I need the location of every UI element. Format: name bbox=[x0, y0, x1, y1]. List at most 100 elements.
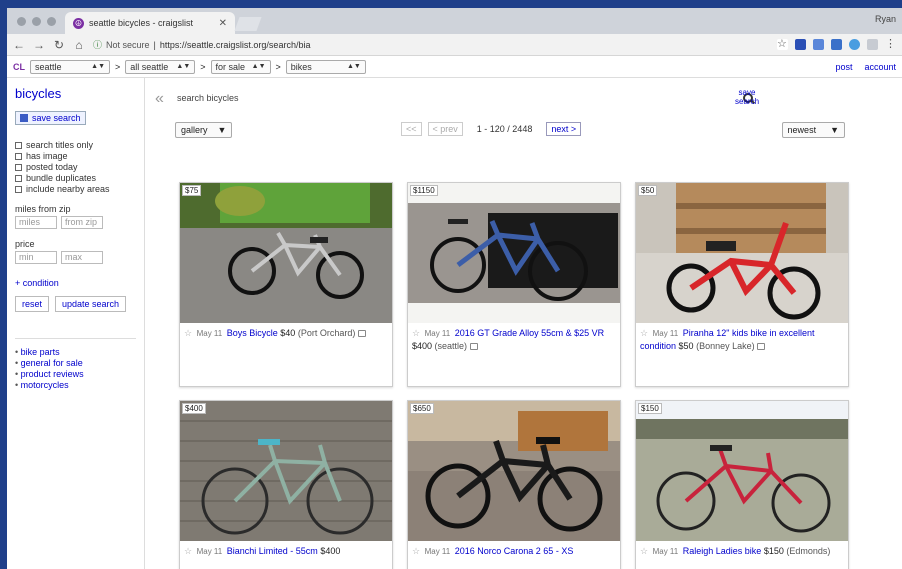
extension-icon[interactable] bbox=[849, 39, 860, 50]
save-search-link[interactable]: save search bbox=[735, 88, 759, 106]
profile-name[interactable]: Ryan bbox=[875, 14, 896, 24]
listing-date: May 11 bbox=[652, 547, 679, 556]
reset-button[interactable]: reset bbox=[15, 296, 50, 312]
subcategory-select[interactable]: bikes ▲▼ bbox=[285, 59, 366, 74]
listing-photo[interactable]: $650 bbox=[408, 401, 620, 541]
bookmark-star-icon[interactable]: ☆ bbox=[777, 39, 788, 50]
checkbox-has-image[interactable]: has image bbox=[15, 151, 136, 161]
city-select[interactable]: seattle ▲▼ bbox=[30, 59, 110, 74]
home-icon[interactable]: ⌂ bbox=[73, 38, 85, 52]
favorite-star-icon[interactable]: ☆ bbox=[640, 328, 648, 338]
checkbox-titles-only[interactable]: search titles only bbox=[15, 140, 136, 150]
favorite-star-icon[interactable]: ☆ bbox=[640, 546, 648, 556]
listing-photo[interactable]: $1150 bbox=[408, 183, 620, 323]
listing-title[interactable]: Boys Bicycle bbox=[227, 328, 278, 338]
listing-photo[interactable]: $400 bbox=[180, 401, 392, 541]
filter-sidebar: bicycles save search search titles only … bbox=[7, 78, 145, 569]
results-main: « search bicycles save search gallery ▼ … bbox=[153, 78, 902, 569]
next-page-button[interactable]: next > bbox=[546, 122, 582, 136]
checkbox-icon[interactable] bbox=[15, 174, 22, 182]
close-window-icon[interactable] bbox=[17, 17, 26, 26]
checkbox-icon[interactable] bbox=[15, 152, 22, 160]
min-price-input[interactable]: min bbox=[15, 251, 57, 264]
listing-title[interactable]: 2016 GT Grade Alloy 55cm & $25 VR bbox=[455, 328, 604, 338]
related-link[interactable]: product reviews bbox=[15, 369, 136, 379]
condition-toggle[interactable]: + condition bbox=[15, 278, 136, 288]
related-link[interactable]: bike parts bbox=[15, 347, 136, 357]
listing-photo[interactable]: $150 bbox=[636, 401, 848, 541]
listing-card[interactable]: $650 ☆ May 11 2016 Norco Carona 2 65 - X… bbox=[407, 400, 621, 569]
extension-icon[interactable] bbox=[867, 39, 878, 50]
extension-icon[interactable] bbox=[831, 39, 842, 50]
checkbox-posted-today[interactable]: posted today bbox=[15, 162, 136, 172]
miles-input[interactable]: miles bbox=[15, 216, 57, 229]
listing-price: $150 bbox=[763, 546, 784, 556]
listing-info: ☆ May 11 Raleigh Ladies bike $150 (Edmon… bbox=[636, 541, 848, 562]
listing-card[interactable]: $150 ☆ May 11 Raleigh Ladies bike $150 (… bbox=[635, 400, 849, 569]
collapse-sidebar-icon[interactable]: « bbox=[155, 90, 164, 108]
listing-title[interactable]: Raleigh Ladies bike bbox=[683, 546, 762, 556]
browser-tab[interactable]: ☮ seattle bicycles - craigslist ✕ bbox=[65, 12, 235, 34]
prev-page-button[interactable]: < prev bbox=[427, 122, 463, 136]
sort-select[interactable]: newest ▼ bbox=[781, 122, 845, 138]
related-links: bike parts general for sale product revi… bbox=[15, 347, 136, 390]
listing-location: (Edmonds) bbox=[786, 546, 831, 556]
new-tab-button[interactable] bbox=[234, 17, 262, 31]
checkbox-icon[interactable] bbox=[15, 185, 22, 193]
checkbox-bundle-duplicates[interactable]: bundle duplicates bbox=[15, 173, 136, 183]
listing-card[interactable]: $50 ☆ May 11 Piranha 12" kids bike in ex… bbox=[635, 182, 849, 387]
picture-icon bbox=[469, 343, 478, 351]
tab-close-icon[interactable]: ✕ bbox=[219, 18, 227, 29]
chevron-down-icon: ▼ bbox=[830, 125, 839, 135]
save-search-button[interactable]: save search bbox=[15, 111, 86, 125]
favorite-star-icon[interactable]: ☆ bbox=[412, 328, 420, 338]
cl-logo[interactable]: CL bbox=[13, 62, 25, 72]
favorite-star-icon[interactable]: ☆ bbox=[184, 328, 192, 338]
first-page-button[interactable]: << bbox=[401, 122, 422, 136]
post-link[interactable]: post bbox=[835, 62, 852, 72]
related-link[interactable]: general for sale bbox=[15, 358, 136, 368]
listing-photo[interactable]: $75 bbox=[180, 183, 392, 323]
category-title[interactable]: bicycles bbox=[15, 86, 136, 101]
checkbox-nearby-areas[interactable]: include nearby areas bbox=[15, 184, 136, 194]
maximize-window-icon[interactable] bbox=[47, 17, 56, 26]
bike-photo-6 bbox=[636, 401, 848, 541]
listing-title[interactable]: Bianchi Limited - 55cm bbox=[227, 546, 318, 556]
category-select[interactable]: for sale ▲▼ bbox=[210, 59, 271, 74]
chevron-down-icon: ▲▼ bbox=[176, 63, 191, 70]
listing-title[interactable]: 2016 Norco Carona 2 65 - XS bbox=[455, 546, 574, 556]
listing-card[interactable]: $75 ☆ May 11 Boys Bicycle $40 (Port Orch… bbox=[179, 182, 393, 387]
search-input[interactable]: search bicycles bbox=[175, 93, 736, 103]
extension-icon[interactable] bbox=[813, 39, 824, 50]
reload-icon[interactable]: ↻ bbox=[53, 38, 65, 52]
checkbox-icon[interactable] bbox=[15, 163, 22, 171]
favorite-star-icon[interactable]: ☆ bbox=[184, 546, 192, 556]
listing-price: $40 bbox=[280, 328, 296, 338]
extension-icon[interactable] bbox=[795, 39, 806, 50]
price-label: price bbox=[15, 239, 35, 249]
chevron-down-icon: ▼ bbox=[217, 125, 227, 135]
favorite-star-icon[interactable]: ☆ bbox=[412, 546, 420, 556]
update-search-button[interactable]: update search bbox=[55, 296, 127, 312]
listing-info: ☆ May 11 2016 Norco Carona 2 65 - XS bbox=[408, 541, 620, 562]
checkbox-icon[interactable] bbox=[15, 141, 22, 149]
view-select[interactable]: gallery ▼ bbox=[175, 122, 233, 138]
listing-card[interactable]: $1150 ☆ May 11 2016 GT Grade Alloy 55cm bbox=[407, 182, 621, 387]
account-link[interactable]: account bbox=[864, 62, 896, 72]
max-price-input[interactable]: max bbox=[61, 251, 103, 264]
header-links: post account bbox=[835, 62, 896, 72]
sort-value: newest bbox=[787, 125, 817, 135]
listing-price: $400 bbox=[320, 546, 341, 556]
listing-photo[interactable]: $50 bbox=[636, 183, 848, 323]
zip-input[interactable]: from zip bbox=[61, 216, 103, 229]
related-link[interactable]: motorcycles bbox=[15, 380, 136, 390]
back-icon[interactable]: ← bbox=[13, 38, 25, 52]
minimize-window-icon[interactable] bbox=[32, 17, 41, 26]
forward-icon[interactable]: → bbox=[33, 38, 45, 52]
address-bar[interactable]: ⓘ Not secure | https://seattle.craigslis… bbox=[93, 37, 769, 53]
info-icon[interactable]: ⓘ bbox=[93, 38, 102, 51]
listing-card[interactable]: $400 ☆ May 11 Bianchi Limited - 55cm $40… bbox=[179, 400, 393, 569]
menu-icon[interactable]: ⋮ bbox=[885, 39, 896, 50]
listing-price: $400 bbox=[412, 341, 433, 351]
area-select[interactable]: all seattle ▲▼ bbox=[125, 59, 196, 74]
